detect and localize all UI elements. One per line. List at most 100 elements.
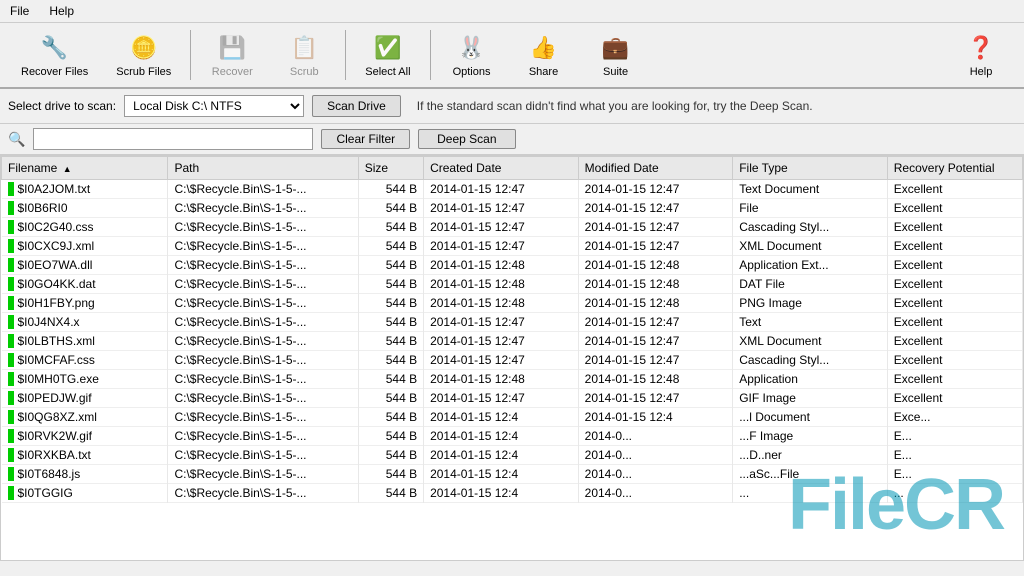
- cell-type: File: [733, 199, 888, 218]
- cell-filename: $I0CXC9J.xml: [2, 237, 168, 256]
- scan-drive-button[interactable]: Scan Drive: [312, 95, 401, 117]
- suite-icon: 💼: [600, 32, 632, 64]
- suite-button[interactable]: 💼 Suite: [581, 27, 651, 83]
- cell-path: C:\$Recycle.Bin\S-1-5-...: [168, 294, 358, 313]
- cell-recovery: ...: [887, 484, 1022, 503]
- cell-modified: 2014-01-15 12:47: [578, 180, 733, 199]
- cell-created: 2014-01-15 12:4: [424, 465, 579, 484]
- search-icon: 🔍: [8, 131, 25, 148]
- cell-filename: $I0TGGIG: [2, 484, 168, 503]
- cell-size: 544 B: [358, 218, 423, 237]
- menu-file[interactable]: File: [4, 2, 35, 20]
- cell-path: C:\$Recycle.Bin\S-1-5-...: [168, 256, 358, 275]
- scrub-label: Scrub: [290, 66, 319, 78]
- cell-type: XML Document: [733, 237, 888, 256]
- cell-filename: $I0MCFAF.css: [2, 351, 168, 370]
- cell-created: 2014-01-15 12:47: [424, 313, 579, 332]
- cell-size: 544 B: [358, 237, 423, 256]
- menu-help[interactable]: Help: [43, 2, 80, 20]
- cell-recovery: Excellent: [887, 370, 1022, 389]
- cell-path: C:\$Recycle.Bin\S-1-5-...: [168, 446, 358, 465]
- table-row[interactable]: $I0RXKBA.txt C:\$Recycle.Bin\S-1-5-... 5…: [2, 446, 1023, 465]
- cell-modified: 2014-01-15 12:47: [578, 351, 733, 370]
- table-row[interactable]: $I0EO7WA.dll C:\$Recycle.Bin\S-1-5-... 5…: [2, 256, 1023, 275]
- deep-scan-button[interactable]: Deep Scan: [418, 129, 515, 149]
- table-row[interactable]: $I0MH0TG.exe C:\$Recycle.Bin\S-1-5-... 5…: [2, 370, 1023, 389]
- share-button[interactable]: 👍 Share: [509, 27, 579, 83]
- cell-modified: 2014-01-15 12:47: [578, 389, 733, 408]
- options-button[interactable]: 🐰 Options: [437, 27, 507, 83]
- table-row[interactable]: $I0C2G40.css C:\$Recycle.Bin\S-1-5-... 5…: [2, 218, 1023, 237]
- table-row[interactable]: $I0TGGIG C:\$Recycle.Bin\S-1-5-... 544 B…: [2, 484, 1023, 503]
- recover-files-button[interactable]: 🔧 Recover Files: [8, 27, 101, 83]
- cell-created: 2014-01-15 12:48: [424, 294, 579, 313]
- cell-size: 544 B: [358, 180, 423, 199]
- cell-size: 544 B: [358, 351, 423, 370]
- cell-filename: $I0QG8XZ.xml: [2, 408, 168, 427]
- sort-arrow-filename: ▲: [63, 164, 72, 174]
- select-all-button[interactable]: ✅ Select All: [352, 27, 423, 83]
- filter-input[interactable]: [33, 128, 313, 150]
- col-header-recovery[interactable]: Recovery Potential: [887, 157, 1022, 180]
- recover-files-label: Recover Files: [21, 66, 88, 78]
- cell-type: Text: [733, 313, 888, 332]
- clear-filter-button[interactable]: Clear Filter: [321, 129, 410, 149]
- toolbar: 🔧 Recover Files 🪙 Scrub Files 💾 Recover …: [0, 23, 1024, 89]
- col-header-created[interactable]: Created Date: [424, 157, 579, 180]
- cell-created: 2014-01-15 12:4: [424, 446, 579, 465]
- cell-filename: $I0H1FBY.png: [2, 294, 168, 313]
- cell-type: ...aSc...File: [733, 465, 888, 484]
- scrub-files-button[interactable]: 🪙 Scrub Files: [103, 27, 184, 83]
- cell-type: Cascading Styl...: [733, 218, 888, 237]
- cell-type: DAT File: [733, 275, 888, 294]
- cell-type: Cascading Styl...: [733, 351, 888, 370]
- cell-modified: 2014-01-15 12:47: [578, 332, 733, 351]
- cell-created: 2014-01-15 12:47: [424, 218, 579, 237]
- cell-type: ...F Image: [733, 427, 888, 446]
- help-button[interactable]: ❓ Help: [946, 27, 1016, 83]
- recover-label: Recover: [212, 66, 253, 78]
- cell-filename: $I0C2G40.css: [2, 218, 168, 237]
- scan-info-text: If the standard scan didn't find what yo…: [417, 99, 813, 113]
- recovery-indicator: [8, 372, 14, 386]
- table-row[interactable]: $I0RVK2W.gif C:\$Recycle.Bin\S-1-5-... 5…: [2, 427, 1023, 446]
- table-row[interactable]: $I0H1FBY.png C:\$Recycle.Bin\S-1-5-... 5…: [2, 294, 1023, 313]
- cell-created: 2014-01-15 12:47: [424, 199, 579, 218]
- drive-select[interactable]: Local Disk C:\ NTFS Local Disk D:\ NTFS …: [124, 95, 304, 117]
- table-row[interactable]: $I0GO4KK.dat C:\$Recycle.Bin\S-1-5-... 5…: [2, 275, 1023, 294]
- table-row[interactable]: $I0LBTHS.xml C:\$Recycle.Bin\S-1-5-... 5…: [2, 332, 1023, 351]
- recovery-indicator: [8, 201, 14, 215]
- table-row[interactable]: $I0PEDJW.gif C:\$Recycle.Bin\S-1-5-... 5…: [2, 389, 1023, 408]
- table-row[interactable]: $I0T6848.js C:\$Recycle.Bin\S-1-5-... 54…: [2, 465, 1023, 484]
- cell-recovery: Excellent: [887, 389, 1022, 408]
- recovery-indicator: [8, 334, 14, 348]
- col-header-path[interactable]: Path: [168, 157, 358, 180]
- cell-filename: $I0MH0TG.exe: [2, 370, 168, 389]
- cell-size: 544 B: [358, 465, 423, 484]
- cell-modified: 2014-01-15 12:47: [578, 199, 733, 218]
- file-table: Filename ▲ Path Size Created Date Modifi…: [1, 156, 1023, 503]
- col-header-modified[interactable]: Modified Date: [578, 157, 733, 180]
- cell-size: 544 B: [358, 370, 423, 389]
- cell-size: 544 B: [358, 446, 423, 465]
- cell-recovery: Excellent: [887, 351, 1022, 370]
- cell-type: Application Ext...: [733, 256, 888, 275]
- table-row[interactable]: $I0QG8XZ.xml C:\$Recycle.Bin\S-1-5-... 5…: [2, 408, 1023, 427]
- cell-modified: 2014-01-15 12:47: [578, 313, 733, 332]
- scrub-icon: 📋: [288, 32, 320, 64]
- table-row[interactable]: $I0A2JOM.txt C:\$Recycle.Bin\S-1-5-... 5…: [2, 180, 1023, 199]
- cell-path: C:\$Recycle.Bin\S-1-5-...: [168, 389, 358, 408]
- cell-modified: 2014-01-15 12:47: [578, 218, 733, 237]
- col-header-size[interactable]: Size: [358, 157, 423, 180]
- col-header-filename[interactable]: Filename ▲: [2, 157, 168, 180]
- col-header-type[interactable]: File Type: [733, 157, 888, 180]
- cell-type: ...l Document: [733, 408, 888, 427]
- table-row[interactable]: $I0MCFAF.css C:\$Recycle.Bin\S-1-5-... 5…: [2, 351, 1023, 370]
- table-row[interactable]: $I0CXC9J.xml C:\$Recycle.Bin\S-1-5-... 5…: [2, 237, 1023, 256]
- cell-path: C:\$Recycle.Bin\S-1-5-...: [168, 313, 358, 332]
- cell-size: 544 B: [358, 313, 423, 332]
- table-row[interactable]: $I0J4NX4.x C:\$Recycle.Bin\S-1-5-... 544…: [2, 313, 1023, 332]
- cell-created: 2014-01-15 12:47: [424, 351, 579, 370]
- cell-filename: $I0EO7WA.dll: [2, 256, 168, 275]
- table-row[interactable]: $I0B6RI0 C:\$Recycle.Bin\S-1-5-... 544 B…: [2, 199, 1023, 218]
